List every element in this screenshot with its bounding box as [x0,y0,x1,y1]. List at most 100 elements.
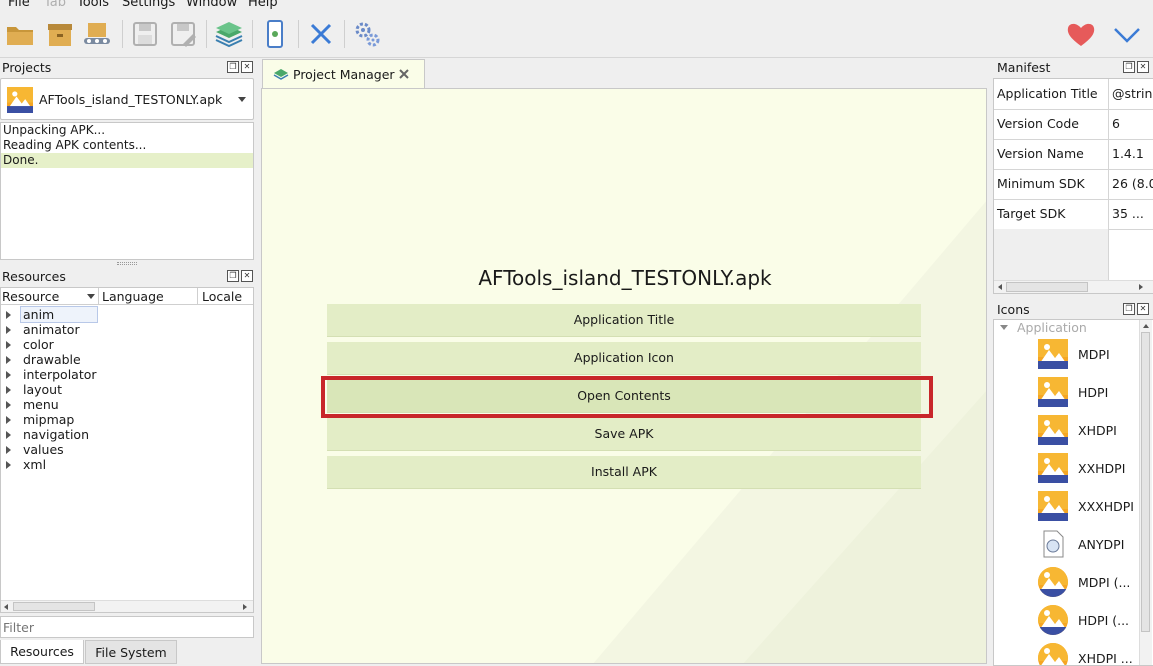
settings-gears-icon[interactable] [350,17,384,51]
expand-arrow-icon[interactable] [6,446,11,454]
tree-item[interactable]: interpolator [1,367,253,382]
close-icon[interactable]: ✕ [1137,61,1149,73]
heart-icon[interactable] [1064,17,1098,51]
scroll-left-icon[interactable] [4,604,8,610]
column-resource[interactable]: Resource [2,289,59,304]
horizontal-scrollbar[interactable] [994,280,1153,293]
close-icon[interactable]: ✕ [241,270,253,282]
menubar: File Tab Tools Settings Window Help [0,0,1153,12]
expand-arrow-icon[interactable] [6,326,11,334]
scrollbar-thumb[interactable] [1006,282,1088,292]
save-icon[interactable] [128,17,162,51]
tree-item[interactable]: drawable [1,352,253,367]
toolbar [0,12,1153,58]
chevron-down-icon[interactable] [1110,17,1144,51]
expand-arrow-icon[interactable] [6,401,11,409]
scroll-left-icon[interactable] [998,284,1002,290]
float-icon[interactable]: ❐ [227,270,239,282]
save-as-icon[interactable] [166,17,200,51]
tree-item[interactable]: color [1,337,253,352]
menu-tools[interactable]: Tools [77,0,109,10]
filter-input[interactable] [0,616,254,638]
close-tab-icon[interactable] [398,68,410,80]
collapse-arrow-icon[interactable] [1000,325,1008,330]
menu-window[interactable]: Window [186,0,237,10]
open-folder-icon[interactable] [3,17,37,51]
column-locale[interactable]: Locale [202,289,242,304]
tree-item[interactable]: xml [1,457,253,472]
save-apk-button[interactable]: Save APK [327,418,921,451]
tree-item[interactable]: navigation [1,427,253,442]
manifest-table: Application Title @strin Version Code 6 Ve… [993,78,1153,294]
device-icon[interactable] [258,17,292,51]
tab-resources[interactable]: Resources [0,640,84,664]
close-icon[interactable]: ✕ [241,61,253,73]
close-x-icon[interactable] [304,17,338,51]
scroll-right-icon[interactable] [243,604,247,610]
project-selector[interactable]: AFTools_island_TESTONLY.apk [0,78,254,120]
icons-dock-header: Icons ❐ ✕ [993,301,1153,319]
expand-arrow-icon[interactable] [6,356,11,364]
round-app-icon [1038,567,1068,597]
icons-title: Icons [997,302,1030,317]
application-icon-button[interactable]: Application Icon [327,342,921,375]
tree-item[interactable]: menu [1,397,253,412]
sort-arrow-icon [87,294,95,299]
expand-arrow-icon[interactable] [6,371,11,379]
expand-arrow-icon[interactable] [6,461,11,469]
app-icon [1038,339,1068,369]
vertical-scrollbar[interactable] [1139,320,1152,665]
apk-title: AFTools_island_TESTONLY.apk [478,266,772,290]
float-icon[interactable]: ❐ [227,61,239,73]
dock-buttons: ❐ ✕ [227,61,253,73]
expand-arrow-icon[interactable] [6,311,11,319]
close-icon[interactable]: ✕ [1137,303,1149,315]
dock-buttons: ❐ ✕ [227,270,253,282]
manifest-row[interactable]: Target SDK 35 ... [994,199,1153,230]
manifest-row[interactable]: Application Title @strin [994,79,1153,110]
tree-item[interactable]: layout [1,382,253,397]
float-icon[interactable]: ❐ [1123,303,1135,315]
toolbar-separator [206,20,207,48]
expand-arrow-icon[interactable] [6,431,11,439]
float-icon[interactable]: ❐ [1123,61,1135,73]
conveyor-icon[interactable] [80,17,114,51]
scrollbar-thumb[interactable] [13,602,95,611]
tab-label: Project Manager [293,67,395,82]
dock-buttons: ❐ ✕ [1123,303,1149,315]
tree-item[interactable]: anim [1,306,253,323]
menu-help[interactable]: Help [248,0,278,10]
menu-file[interactable]: File [8,0,30,10]
manifest-row[interactable]: Minimum SDK 26 (8.0 [994,169,1153,200]
toolbar-separator [344,20,345,48]
app-icon [1038,491,1068,521]
manifest-row[interactable]: Version Name 1.4.1 [994,139,1153,170]
scroll-up-icon[interactable] [1143,324,1149,328]
application-title-button[interactable]: Application Title [327,304,921,337]
round-app-icon [1038,643,1068,665]
tree-item[interactable]: values [1,442,253,457]
splitter-handle[interactable] [117,262,137,265]
install-apk-button[interactable]: Install APK [327,456,921,489]
manifest-title: Manifest [997,60,1051,75]
open-archive-icon[interactable] [43,17,77,51]
tab-file-system[interactable]: File System [85,640,177,664]
expand-arrow-icon[interactable] [6,386,11,394]
column-language[interactable]: Language [102,289,164,304]
round-app-icon [1038,605,1068,635]
tab-project-manager[interactable]: Project Manager [262,59,425,89]
expand-arrow-icon[interactable] [6,416,11,424]
tree-item[interactable]: mipmap [1,412,253,427]
manifest-row[interactable]: Version Code 6 [994,109,1153,140]
app-icon [7,87,33,113]
expand-arrow-icon[interactable] [6,341,11,349]
scroll-right-icon[interactable] [1139,284,1143,290]
dropdown-arrow-icon[interactable] [238,97,246,102]
menu-settings[interactable]: Settings [122,0,175,10]
menu-tab: Tab [44,0,67,10]
log-line: Reading APK contents... [3,138,147,152]
layers-icon[interactable] [212,17,246,51]
horizontal-scrollbar[interactable] [1,600,253,612]
scrollbar-thumb[interactable] [1141,332,1150,632]
tree-item[interactable]: animator [1,322,253,337]
